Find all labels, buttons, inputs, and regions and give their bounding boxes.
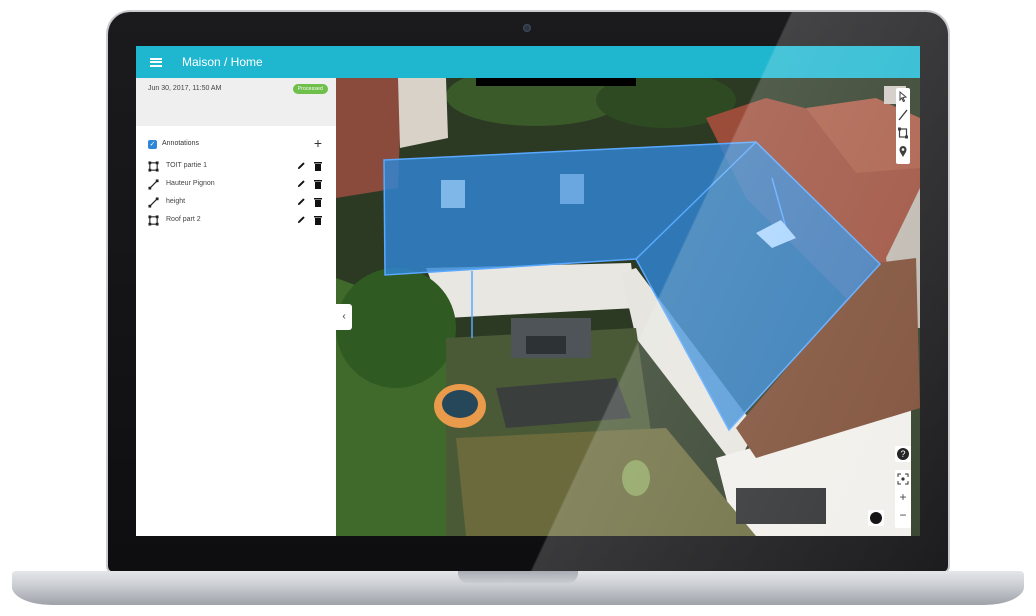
trash-icon[interactable]: [314, 215, 322, 225]
trash-icon[interactable]: [314, 179, 322, 189]
zoom-out-button[interactable]: −: [895, 506, 911, 524]
annotations-title: Annotations: [162, 140, 199, 147]
aerial-house-model: [336, 78, 920, 536]
annotation-item[interactable]: Hauteur Pignon: [136, 176, 336, 194]
annotation-label: Roof part 2: [166, 216, 201, 223]
pencil-icon[interactable]: [297, 215, 306, 224]
pencil-icon[interactable]: [297, 161, 306, 170]
annotation-item[interactable]: height: [136, 194, 336, 212]
add-annotation-button[interactable]: +: [314, 135, 322, 151]
zoom-controls: + −: [895, 470, 911, 528]
annotation-label: TOIT partie 1: [166, 162, 207, 169]
collapse-sidebar-button[interactable]: ‹: [336, 304, 352, 330]
sidebar: Jun 30, 2017, 11:50 AM Processed ✓ Annot…: [136, 78, 336, 536]
laptop-notch: [458, 571, 578, 583]
pointer-icon[interactable]: [896, 88, 910, 106]
menu-icon[interactable]: [150, 57, 162, 67]
recenter-button[interactable]: [895, 470, 911, 488]
pin-icon[interactable]: [896, 142, 910, 160]
help-icon: ?: [897, 448, 909, 460]
3d-model-viewer[interactable]: [336, 78, 920, 536]
record-icon: [870, 512, 882, 524]
app-screen: Maison / Home Jun 30, 2017, 11:50 AM Pro…: [136, 46, 920, 536]
svg-text:?: ?: [900, 449, 905, 459]
annotation-item[interactable]: Roof part 2: [136, 212, 336, 230]
trash-icon[interactable]: [314, 161, 322, 171]
trash-icon[interactable]: [314, 197, 322, 207]
pencil-icon[interactable]: [297, 197, 306, 206]
line-icon: [148, 179, 159, 190]
area-icon: [148, 161, 159, 172]
help-button[interactable]: ?: [895, 446, 911, 462]
webcam: [523, 24, 531, 32]
annotation-label: Hauteur Pignon: [166, 180, 215, 187]
area-icon: [148, 215, 159, 226]
annotation-label: height: [166, 198, 186, 205]
measurement-toolbar: [896, 88, 910, 164]
app-title: Maison / Home: [182, 55, 263, 69]
capture-date: Jun 30, 2017, 11:50 AM: [148, 85, 222, 92]
pencil-icon[interactable]: [297, 179, 306, 188]
zoom-in-button[interactable]: +: [895, 488, 911, 506]
line-icon: [148, 197, 159, 208]
project-info: Jun 30, 2017, 11:50 AM Processed: [136, 78, 336, 126]
line-tool-icon[interactable]: [896, 106, 910, 124]
status-badge: Processed: [292, 84, 328, 94]
record-button[interactable]: [868, 510, 884, 526]
annotations-header: ✓ Annotations +: [136, 134, 336, 158]
top-app-bar: Maison / Home: [136, 46, 920, 78]
area-tool-icon[interactable]: [896, 124, 910, 142]
annotations-checkbox[interactable]: ✓: [148, 140, 157, 149]
annotation-item[interactable]: TOIT partie 1: [136, 158, 336, 176]
recenter-icon: [897, 473, 909, 485]
